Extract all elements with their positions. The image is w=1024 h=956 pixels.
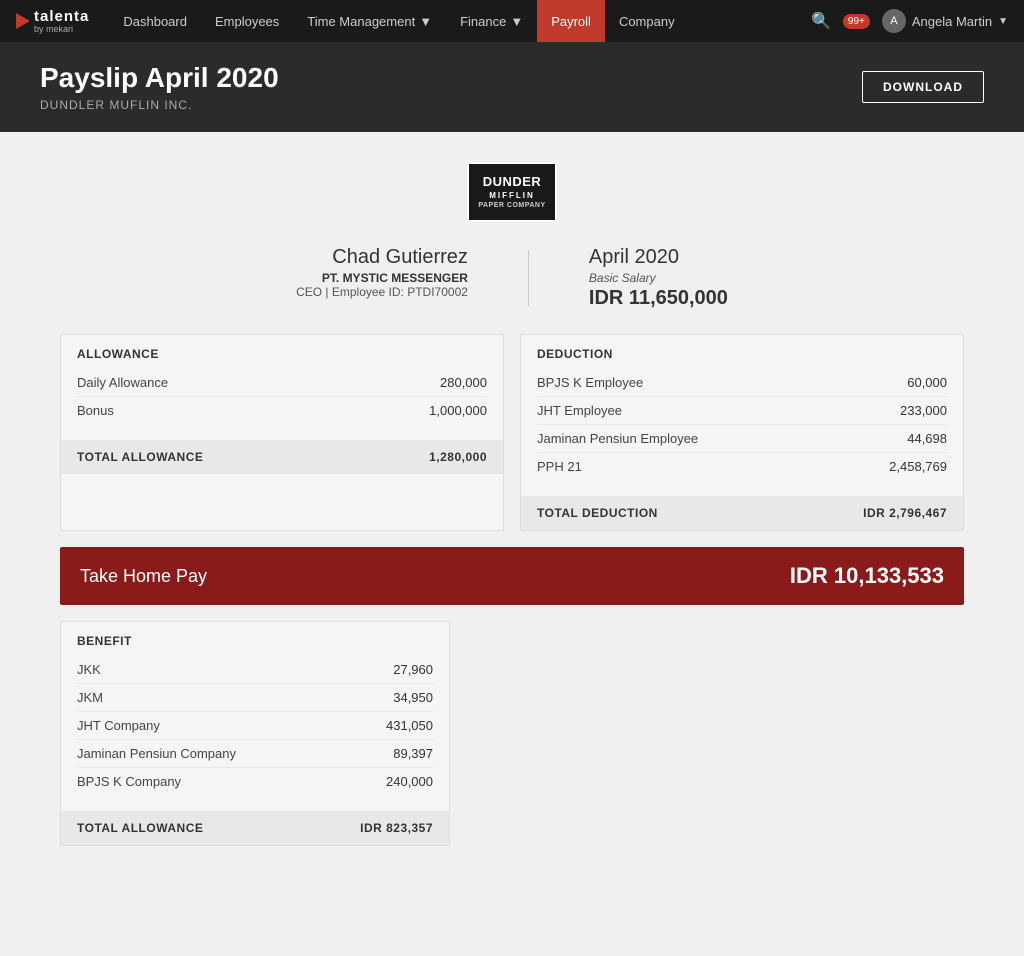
page-banner: Payslip April 2020 DUNDLER MUFLIN INC. D…: [0, 42, 1024, 132]
deduction-card: DEDUCTION BPJS K Employee 60,000 JHT Emp…: [520, 334, 964, 531]
user-name: Angela Martin: [912, 14, 992, 29]
nav-right: 🔍 99+ A Angela Martin ▼: [811, 9, 1008, 33]
total-deduction-label: TOTAL DEDUCTION: [537, 506, 658, 520]
deduction-value-jht: 233,000: [900, 403, 947, 418]
benefit-card: BENEFIT JKK 27,960 JKM 34,950 JHT Compan…: [60, 621, 450, 846]
employee-role: CEO | Employee ID: PTDI70002: [296, 285, 468, 299]
deduction-value-pph21: 2,458,769: [889, 459, 947, 474]
employee-info-row: Chad Gutierrez PT. MYSTIC MESSENGER CEO …: [60, 246, 964, 310]
logo-line3: PAPER COMPANY: [478, 201, 545, 210]
benefit-value-jht-company: 431,050: [386, 718, 433, 733]
page-title: Payslip April 2020: [40, 62, 279, 94]
deduction-label-bpjsk: BPJS K Employee: [537, 375, 643, 390]
benefit-item-bpjsk-company: BPJS K Company 240,000: [77, 768, 433, 795]
deduction-header: DEDUCTION: [521, 335, 963, 369]
nav-item-time-management[interactable]: Time Management ▼: [293, 0, 446, 42]
logo-text-block: talenta by mekari: [34, 8, 89, 34]
chevron-down-icon: ▼: [419, 14, 432, 29]
nav-item-finance[interactable]: Finance ▼: [446, 0, 537, 42]
allowance-body: Daily Allowance 280,000 Bonus 1,000,000: [61, 369, 503, 440]
nav-items: Dashboard Employees Time Management ▼ Fi…: [109, 0, 811, 42]
deduction-item-jp: Jaminan Pensiun Employee 44,698: [537, 425, 947, 453]
total-allowance-value: 1,280,000: [429, 450, 487, 464]
benefit-item-jkk: JKK 27,960: [77, 656, 433, 684]
deduction-value-jp: 44,698: [907, 431, 947, 446]
deduction-footer: TOTAL DEDUCTION IDR 2,796,467: [521, 496, 963, 530]
notification-badge[interactable]: 99+: [843, 14, 870, 29]
benefit-header: BENEFIT: [61, 622, 449, 656]
deduction-item-pph21: PPH 21 2,458,769: [537, 453, 947, 480]
allowance-header: ALLOWANCE: [61, 335, 503, 369]
user-menu[interactable]: A Angela Martin ▼: [882, 9, 1008, 33]
benefit-label-jp-company: Jaminan Pensiun Company: [77, 746, 236, 761]
nav-item-employees[interactable]: Employees: [201, 0, 293, 42]
benefit-value-bpjsk-company: 240,000: [386, 774, 433, 789]
search-icon[interactable]: 🔍: [811, 11, 831, 31]
benefit-value-jkk: 27,960: [393, 662, 433, 677]
salary-period: April 2020: [589, 246, 728, 269]
benefit-label-jkm: JKM: [77, 690, 103, 705]
banner-text: Payslip April 2020 DUNDLER MUFLIN INC.: [40, 62, 279, 112]
info-divider: [528, 250, 529, 306]
nav-item-company[interactable]: Company: [605, 0, 689, 42]
deduction-body: BPJS K Employee 60,000 JHT Employee 233,…: [521, 369, 963, 496]
company-logo-section: DUNDER MIFFLIN PAPER COMPANY: [60, 162, 964, 222]
allowance-footer: TOTAL ALLOWANCE 1,280,000: [61, 440, 503, 474]
total-deduction-value: IDR 2,796,467: [863, 506, 947, 520]
logo-line2: MIFFLIN: [489, 191, 535, 201]
benefit-label-jkk: JKK: [77, 662, 101, 677]
allowance-value-bonus: 1,000,000: [429, 403, 487, 418]
benefit-value-jkm: 34,950: [393, 690, 433, 705]
navbar: talenta by mekari Dashboard Employees Ti…: [0, 0, 1024, 42]
benefit-label-bpjsk-company: BPJS K Company: [77, 774, 181, 789]
allowance-item-bonus: Bonus 1,000,000: [77, 397, 487, 424]
benefit-total-label: TOTAL ALLOWANCE: [77, 821, 203, 835]
benefit-item-jht-company: JHT Company 431,050: [77, 712, 433, 740]
benefit-footer: TOTAL ALLOWANCE IDR 823,357: [61, 811, 449, 845]
allowance-value-daily: 280,000: [440, 375, 487, 390]
salary-info: April 2020 Basic Salary IDR 11,650,000: [589, 246, 728, 310]
benefit-item-jp-company: Jaminan Pensiun Company 89,397: [77, 740, 433, 768]
logo-line1: DUNDER: [483, 174, 542, 191]
nav-item-dashboard[interactable]: Dashboard: [109, 0, 201, 42]
benefit-body: JKK 27,960 JKM 34,950 JHT Company 431,05…: [61, 656, 449, 811]
benefit-value-jp-company: 89,397: [393, 746, 433, 761]
deduction-label-jht: JHT Employee: [537, 403, 622, 418]
total-allowance-label: TOTAL ALLOWANCE: [77, 450, 203, 464]
allowance-label-bonus: Bonus: [77, 403, 114, 418]
chevron-down-icon: ▼: [510, 14, 523, 29]
benefit-label-jht-company: JHT Company: [77, 718, 160, 733]
allowance-item-daily: Daily Allowance 280,000: [77, 369, 487, 397]
take-home-pay-label: Take Home Pay: [80, 566, 207, 587]
salary-amount: IDR 11,650,000: [589, 287, 728, 310]
allowance-label-daily: Daily Allowance: [77, 375, 168, 390]
logo-brand-name: talenta: [34, 8, 89, 25]
banner-subtitle: DUNDLER MUFLIN INC.: [40, 98, 279, 112]
deduction-label-jp: Jaminan Pensiun Employee: [537, 431, 698, 446]
benefit-item-jkm: JKM 34,950: [77, 684, 433, 712]
deduction-item-bpjsk: BPJS K Employee 60,000: [537, 369, 947, 397]
download-button[interactable]: DOWNLOAD: [862, 71, 984, 103]
employee-company: PT. MYSTIC MESSENGER: [296, 271, 468, 285]
benefit-total-value: IDR 823,357: [360, 821, 433, 835]
take-home-pay-bar: Take Home Pay IDR 10,133,533: [60, 547, 964, 605]
deduction-label-pph21: PPH 21: [537, 459, 582, 474]
logo-sub-text: by mekari: [34, 25, 89, 34]
allowance-deduction-row: ALLOWANCE Daily Allowance 280,000 Bonus …: [60, 334, 964, 531]
employee-name: Chad Gutierrez: [296, 246, 468, 269]
logo-triangle-icon: [16, 13, 30, 29]
allowance-card: ALLOWANCE Daily Allowance 280,000 Bonus …: [60, 334, 504, 531]
company-logo: DUNDER MIFFLIN PAPER COMPANY: [467, 162, 557, 222]
deduction-item-jht: JHT Employee 233,000: [537, 397, 947, 425]
user-menu-chevron-icon: ▼: [998, 16, 1008, 27]
employee-info-left: Chad Gutierrez PT. MYSTIC MESSENGER CEO …: [296, 246, 468, 299]
user-avatar: A: [882, 9, 906, 33]
deduction-value-bpjsk: 60,000: [907, 375, 947, 390]
salary-label: Basic Salary: [589, 271, 728, 285]
take-home-pay-value: IDR 10,133,533: [790, 563, 944, 589]
nav-item-payroll[interactable]: Payroll: [537, 0, 605, 42]
logo[interactable]: talenta by mekari: [16, 8, 89, 34]
main-content: DUNDER MIFFLIN PAPER COMPANY Chad Gutier…: [0, 132, 1024, 956]
